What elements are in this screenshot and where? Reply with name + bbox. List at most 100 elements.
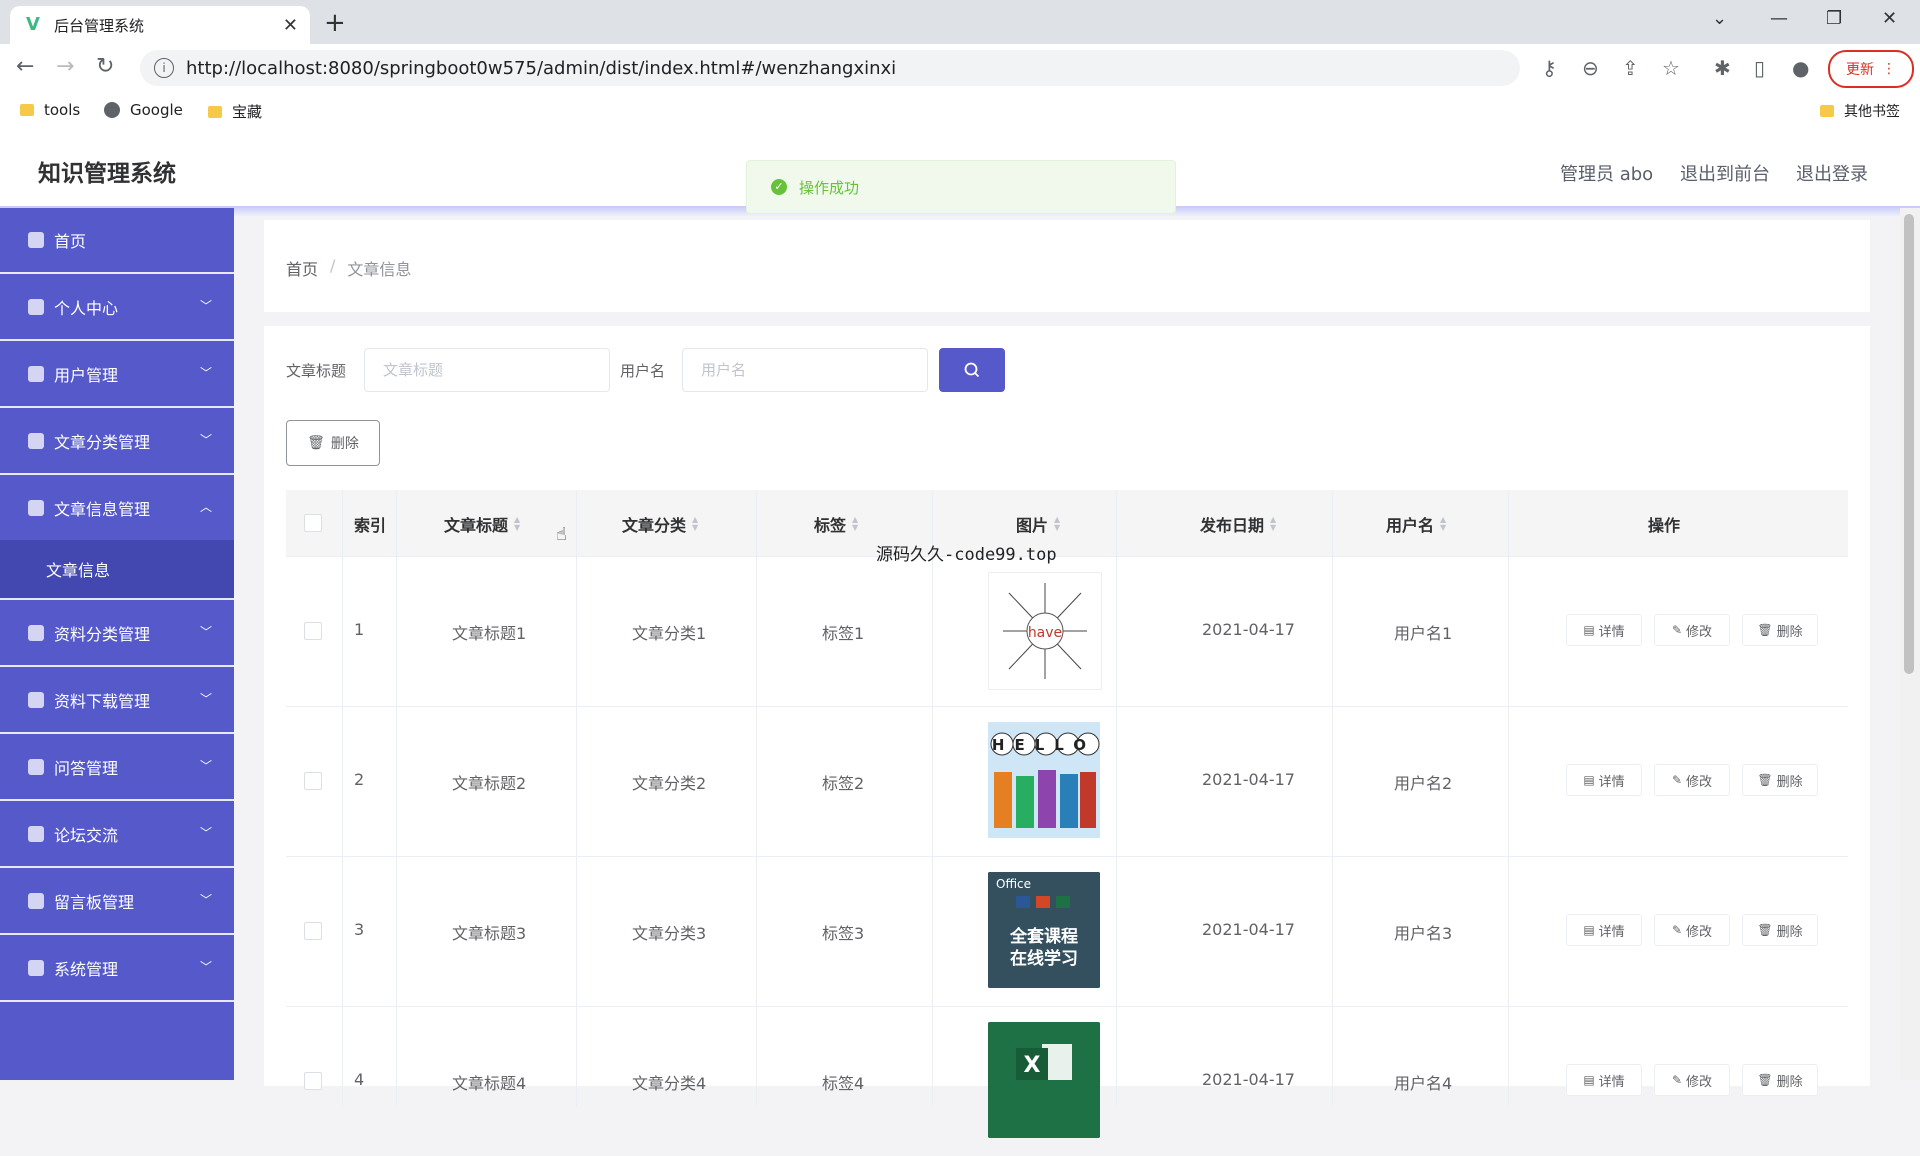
bookmark-other[interactable]: 其他书签 bbox=[1820, 101, 1900, 121]
reload-icon[interactable]: ↻ bbox=[96, 54, 114, 79]
success-toast: ✓ 操作成功 bbox=[746, 160, 1176, 214]
svg-text:X: X bbox=[1024, 1053, 1041, 1078]
title-search-input[interactable]: 文章标题 bbox=[364, 348, 610, 392]
header-image[interactable]: 图片 ▲ ▼ bbox=[1016, 512, 1060, 536]
info-icon[interactable]: i bbox=[154, 58, 174, 78]
bookmark-google[interactable]: Google bbox=[104, 101, 183, 119]
header-image-label: 图片 bbox=[1016, 516, 1049, 535]
forward-icon[interactable]: → bbox=[56, 54, 74, 79]
check-circle-icon: ✓ bbox=[771, 179, 787, 195]
chevron-down-icon: ﹀ bbox=[199, 759, 212, 773]
row-checkbox[interactable] bbox=[304, 772, 322, 790]
logout-link[interactable]: 退出登录 bbox=[1796, 160, 1868, 186]
header-title[interactable]: 文章标题 ▲ ▼ bbox=[444, 512, 520, 536]
chevron-down-icon[interactable]: ⌄ bbox=[1712, 8, 1727, 29]
edit-button[interactable]: ✎ 修改 bbox=[1654, 614, 1730, 646]
document-icon: ▤ bbox=[1583, 773, 1595, 787]
delete-button[interactable]: 🗑 删除 bbox=[1742, 764, 1818, 796]
overlay-caption: 源码久久-code99.top bbox=[876, 545, 1057, 565]
document-icon: ▤ bbox=[1583, 623, 1595, 637]
sidebar-item-material-download[interactable]: 资料下载管理 ﹀ bbox=[0, 668, 234, 734]
row-checkbox[interactable] bbox=[304, 1072, 322, 1090]
breadcrumb-home[interactable]: 首页 bbox=[286, 256, 318, 280]
cell-title: 文章标题4 bbox=[452, 1074, 527, 1093]
excel-logo-image: X bbox=[988, 1022, 1100, 1138]
header-date-label: 发布日期 bbox=[1200, 516, 1265, 535]
delete-button[interactable]: 🗑 删除 bbox=[1742, 614, 1818, 646]
row-checkbox[interactable] bbox=[304, 622, 322, 640]
delete-button[interactable]: 🗑 删除 bbox=[1742, 1064, 1818, 1096]
detail-button[interactable]: ▤ 详情 bbox=[1566, 1064, 1642, 1096]
sidebar-item-home[interactable]: 首页 bbox=[0, 208, 234, 274]
sidebar-item-article-info[interactable]: 文章信息管理 ︿ bbox=[0, 476, 234, 542]
more-icon: ⋮ bbox=[1882, 61, 1896, 77]
detail-button[interactable]: ▤ 详情 bbox=[1566, 914, 1642, 946]
detail-button[interactable]: ▤ 详情 bbox=[1566, 614, 1642, 646]
to-front-link[interactable]: 退出到前台 bbox=[1680, 160, 1770, 186]
sort-icon: ▲ ▼ bbox=[1440, 515, 1447, 532]
star-icon[interactable]: ☆ bbox=[1662, 56, 1680, 80]
monitor-icon bbox=[28, 893, 44, 909]
header-date[interactable]: 发布日期 ▲ ▼ bbox=[1200, 512, 1276, 536]
browser-tab[interactable]: V 后台管理系统 ✕ bbox=[10, 6, 310, 44]
sidebar-item-system[interactable]: 系统管理 ﹀ bbox=[0, 936, 234, 1002]
article-thumbnail[interactable]: have bbox=[988, 572, 1102, 690]
vue-logo-icon: V bbox=[26, 14, 40, 35]
sort-icon: ▲ ▼ bbox=[692, 515, 699, 532]
sidebar-item-label: 资料下载管理 bbox=[54, 692, 151, 711]
profile-icon[interactable]: ● bbox=[1792, 56, 1809, 80]
sidepanel-icon[interactable]: ▯ bbox=[1754, 56, 1765, 80]
extensions-icon[interactable]: ✱ bbox=[1714, 56, 1731, 80]
edit-button[interactable]: ✎ 修改 bbox=[1654, 1064, 1730, 1096]
edit-button[interactable]: ✎ 修改 bbox=[1654, 764, 1730, 796]
chevron-down-icon: ﹀ bbox=[199, 826, 212, 840]
header-user[interactable]: 用户名 ▲ ▼ bbox=[1386, 512, 1446, 536]
batch-delete-button[interactable]: 🗑 删除 bbox=[286, 420, 380, 466]
sidebar-item-profile[interactable]: 个人中心 ﹀ bbox=[0, 275, 234, 341]
header-tag[interactable]: 标签 ▲ ▼ bbox=[814, 512, 858, 536]
sidebar-item-messages[interactable]: 留言板管理 ﹀ bbox=[0, 869, 234, 935]
detail-button[interactable]: ▤ 详情 bbox=[1566, 764, 1642, 796]
table-row: 3 文章标题3 文章分类3 标签3 Office 全套课程 在线学习 2021-… bbox=[286, 856, 1848, 1007]
sidebar-item-users[interactable]: 用户管理 ﹀ bbox=[0, 342, 234, 408]
close-tab-icon[interactable]: ✕ bbox=[283, 15, 298, 36]
cell-title: 文章标题3 bbox=[452, 924, 527, 943]
bookmark-tools[interactable]: tools bbox=[20, 101, 80, 119]
zoom-icon[interactable]: ⊖ bbox=[1582, 56, 1599, 80]
new-tab-icon[interactable]: + bbox=[324, 8, 346, 38]
update-button[interactable]: 更新 ⋮ bbox=[1828, 50, 1914, 88]
detail-label: 详情 bbox=[1598, 924, 1625, 940]
delete-button[interactable]: 🗑 删除 bbox=[1742, 914, 1818, 946]
header-category[interactable]: 文章分类 ▲ ▼ bbox=[622, 512, 698, 536]
article-thumbnail[interactable]: X bbox=[988, 1022, 1100, 1138]
chevron-up-icon: ︿ bbox=[199, 500, 212, 514]
edit-icon bbox=[28, 759, 44, 775]
table-header: 索引 文章标题 ▲ ▼ 文章分类 ▲ ▼ 标签 ▲ ▼ 图片 ▲ ▼ 发布日期 ▲ ▼ 用户名 ▲ ▼ … bbox=[286, 490, 1848, 557]
cell-index: 3 bbox=[354, 920, 365, 939]
row-checkbox[interactable] bbox=[304, 922, 322, 940]
article-thumbnail[interactable]: Office 全套课程 在线学习 bbox=[988, 872, 1100, 988]
back-icon[interactable]: ← bbox=[16, 54, 34, 79]
title-filter-label: 文章标题 bbox=[286, 362, 347, 380]
trash-icon: 🗑 bbox=[1757, 623, 1773, 637]
scrollbar-thumb[interactable] bbox=[1904, 214, 1914, 674]
select-all-checkbox[interactable] bbox=[304, 514, 322, 532]
search-button[interactable] bbox=[939, 348, 1005, 392]
user-search-input[interactable]: 用户名 bbox=[682, 348, 928, 392]
sidebar-item-material-category[interactable]: 资料分类管理 ﹀ bbox=[0, 601, 234, 667]
sidebar-item-qa[interactable]: 问答管理 ﹀ bbox=[0, 735, 234, 801]
edit-button[interactable]: ✎ 修改 bbox=[1654, 914, 1730, 946]
sidebar-item-forum[interactable]: 论坛交流 ﹀ bbox=[0, 802, 234, 868]
share-icon[interactable]: ⇪ bbox=[1622, 56, 1639, 80]
window-close-icon[interactable]: ✕ bbox=[1882, 8, 1897, 29]
key-icon[interactable]: ⚷ bbox=[1542, 56, 1557, 80]
bookmark-treasure[interactable]: 宝藏 bbox=[208, 101, 262, 122]
cell-title: 文章标题1 bbox=[452, 624, 527, 643]
sidebar-subitem-article-info[interactable]: 文章信息 bbox=[0, 540, 234, 600]
restore-icon[interactable]: ❐ bbox=[1826, 8, 1842, 29]
send-icon bbox=[28, 366, 44, 382]
url-field[interactable]: i http://localhost:8080/springboot0w575/… bbox=[140, 50, 1520, 86]
article-thumbnail[interactable]: HELLO bbox=[988, 722, 1100, 838]
sidebar-item-article-category[interactable]: 文章分类管理 ﹀ bbox=[0, 409, 234, 475]
minimize-icon[interactable]: — bbox=[1770, 8, 1788, 29]
